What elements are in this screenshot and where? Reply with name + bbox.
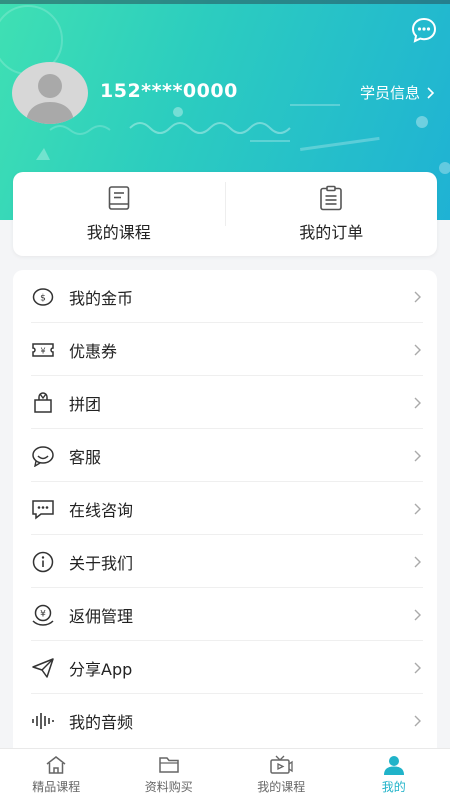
chevron-right-icon <box>414 397 421 408</box>
chevron-right-icon <box>414 291 421 302</box>
bottom-tab-bar: 精品课程 资料购买 我的课程 我的 <box>0 748 450 800</box>
audio-icon <box>32 712 54 729</box>
tab-label: 精品课程 <box>32 779 81 794</box>
home-icon <box>46 755 66 774</box>
quick-label: 我的订单 <box>299 223 364 242</box>
menu-label: 在线咨询 <box>69 500 134 520</box>
menu-label: 分享App <box>69 659 133 679</box>
tab-featured-courses[interactable]: 精品课程 <box>0 749 113 800</box>
svg-text:¥: ¥ <box>40 609 46 619</box>
menu-label: 优惠券 <box>69 341 118 361</box>
menu-item-about-us[interactable]: 关于我们 <box>13 535 437 588</box>
tab-my-courses[interactable]: 我的课程 <box>225 749 338 800</box>
group-buy-icon <box>34 391 52 413</box>
clipboard-icon <box>320 185 343 211</box>
quick-my-courses[interactable]: 我的课程 <box>13 172 225 256</box>
menu-label: 返佣管理 <box>69 606 134 626</box>
menu-label: 客服 <box>69 447 102 467</box>
menu-item-share-app[interactable]: 分享App <box>13 641 437 694</box>
menu-item-customer-service[interactable]: 客服 <box>13 429 437 482</box>
share-icon <box>32 657 54 678</box>
rebate-icon: ¥ <box>32 604 54 626</box>
avatar[interactable] <box>12 62 88 124</box>
tab-label: 我的 <box>381 779 406 794</box>
quick-label: 我的课程 <box>86 223 151 242</box>
svg-text:$: $ <box>40 293 46 303</box>
menu-item-my-audio[interactable]: 我的音频 <box>13 694 437 747</box>
chevron-right-icon <box>414 609 421 620</box>
chevron-right-icon <box>414 715 421 726</box>
chevron-right-icon <box>414 344 421 355</box>
menu-item-coupons[interactable]: ¥ 优惠券 <box>13 323 437 376</box>
info-icon <box>32 551 54 572</box>
book-icon <box>108 186 130 210</box>
menu-item-coins[interactable]: $ 我的金币 <box>13 270 437 323</box>
coin-icon: $ <box>32 287 54 306</box>
menu-label: 拼团 <box>69 394 102 414</box>
chat-icon <box>32 499 54 520</box>
user-icon <box>383 755 404 775</box>
menu-label: 关于我们 <box>69 553 134 573</box>
chevron-right-icon <box>427 86 435 99</box>
menu-list: $ 我的金币 ¥ 优惠券 拼团 客服 在线咨询 关于我们 ¥ 返佣管理 分享Ap… <box>13 270 437 760</box>
message-button[interactable] <box>410 16 438 44</box>
quick-access-card: 我的课程 我的订单 <box>13 172 437 256</box>
svg-text:¥: ¥ <box>40 346 45 355</box>
chevron-right-icon <box>414 662 421 673</box>
chevron-right-icon <box>414 450 421 461</box>
quick-my-orders[interactable]: 我的订单 <box>226 172 438 256</box>
customer-service-icon <box>32 445 54 467</box>
tab-materials-purchase[interactable]: 资料购买 <box>113 749 226 800</box>
message-icon <box>411 17 437 43</box>
folder-icon <box>159 756 179 773</box>
student-info-label: 学员信息 <box>359 84 420 102</box>
coupon-icon: ¥ <box>32 342 54 357</box>
menu-item-online-consult[interactable]: 在线咨询 <box>13 482 437 535</box>
chevron-right-icon <box>414 503 421 514</box>
tab-label: 我的课程 <box>257 779 306 794</box>
menu-label: 我的金币 <box>69 288 134 308</box>
menu-label: 我的音频 <box>69 712 134 732</box>
user-phone: 152****0000 <box>100 80 238 102</box>
menu-item-rebate[interactable]: ¥ 返佣管理 <box>13 588 437 641</box>
video-icon <box>270 755 293 774</box>
avatar-placeholder-icon <box>26 74 74 124</box>
tab-label: 资料购买 <box>144 779 193 794</box>
chevron-right-icon <box>414 556 421 567</box>
menu-item-group-buy[interactable]: 拼团 <box>13 376 437 429</box>
tab-me[interactable]: 我的 <box>338 749 450 800</box>
student-info-link[interactable]: 学员信息 <box>360 82 436 103</box>
